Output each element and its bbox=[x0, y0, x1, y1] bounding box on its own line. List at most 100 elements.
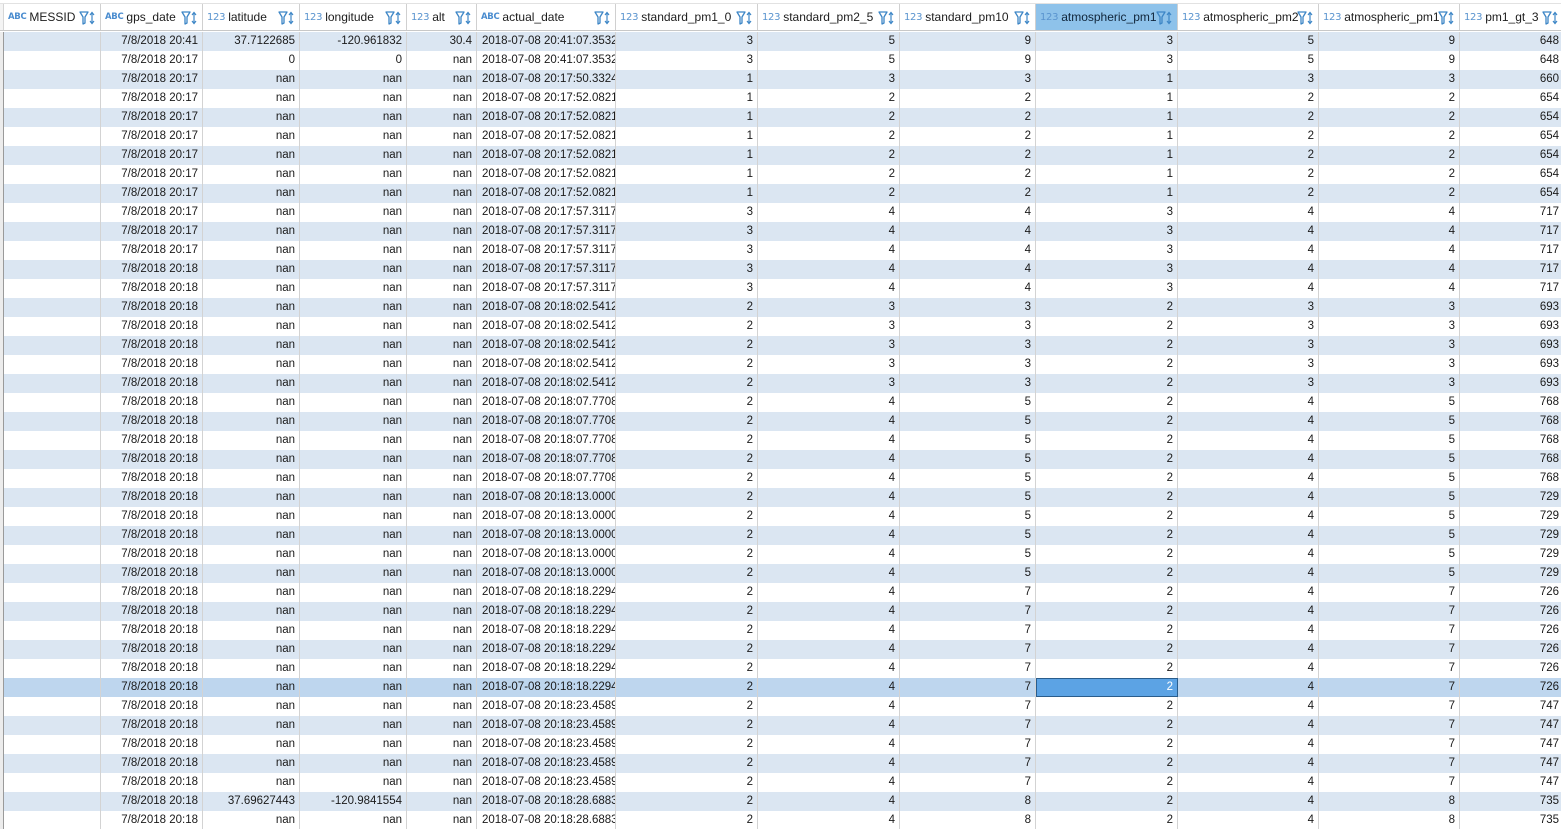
cell-longitude[interactable]: nan bbox=[300, 564, 407, 583]
column-header-atmospheric_pm2[interactable]: 123 atmospheric_pm2 bbox=[1178, 4, 1319, 30]
cell-longitude[interactable]: nan bbox=[300, 431, 407, 450]
cell-atmospheric_pm1[interactable]: 2 bbox=[1036, 488, 1178, 507]
cell-atmospheric_pm10[interactable]: 5 bbox=[1319, 450, 1460, 469]
cell-standard_pm2_5[interactable]: 4 bbox=[758, 431, 900, 450]
table-row[interactable]: 7/8/2018 20:18 nan nan nan 2018-07-08 20:18:… bbox=[0, 469, 1561, 488]
cell-messid[interactable] bbox=[4, 89, 101, 108]
table-row[interactable]: 7/8/2018 20:18 nan nan nan 2018-07-08 20:18:… bbox=[0, 431, 1561, 450]
cell-longitude[interactable]: nan bbox=[300, 469, 407, 488]
cell-messid[interactable] bbox=[4, 184, 101, 203]
cell-longitude[interactable]: nan bbox=[300, 108, 407, 127]
cell-latitude[interactable]: nan bbox=[203, 678, 300, 697]
cell-standard_pm10[interactable]: 5 bbox=[900, 393, 1036, 412]
cell-longitude[interactable]: nan bbox=[300, 697, 407, 716]
cell-atmospheric_pm2[interactable]: 2 bbox=[1178, 89, 1319, 108]
table-row[interactable]: 7/8/2018 20:18 37.69627443 -120.9841554 nan… bbox=[0, 792, 1561, 811]
cell-standard_pm10[interactable]: 7 bbox=[900, 735, 1036, 754]
cell-messid[interactable] bbox=[4, 241, 101, 260]
cell-pm1_gt_3[interactable]: 747 bbox=[1460, 716, 1561, 735]
cell-messid[interactable] bbox=[4, 203, 101, 222]
cell-alt[interactable]: nan bbox=[407, 488, 477, 507]
cell-longitude[interactable]: nan bbox=[300, 621, 407, 640]
cell-latitude[interactable]: nan bbox=[203, 583, 300, 602]
cell-standard_pm10[interactable]: 3 bbox=[900, 374, 1036, 393]
cell-atmospheric_pm1[interactable]: 3 bbox=[1036, 241, 1178, 260]
column-header-alt[interactable]: 123 alt bbox=[407, 4, 477, 30]
cell-atmospheric_pm2[interactable]: 4 bbox=[1178, 602, 1319, 621]
cell-longitude[interactable]: nan bbox=[300, 298, 407, 317]
cell-standard_pm10[interactable]: 3 bbox=[900, 317, 1036, 336]
cell-messid[interactable] bbox=[4, 260, 101, 279]
cell-standard_pm2_5[interactable]: 4 bbox=[758, 811, 900, 829]
cell-pm1_gt_3[interactable]: 768 bbox=[1460, 469, 1561, 488]
cell-actual_date[interactable]: 2018-07-08 20:18:02.54123 bbox=[477, 336, 616, 355]
cell-standard_pm10[interactable]: 7 bbox=[900, 583, 1036, 602]
cell-standard_pm2_5[interactable]: 4 bbox=[758, 203, 900, 222]
filter-sort-icon[interactable] bbox=[1542, 10, 1560, 26]
cell-atmospheric_pm2[interactable]: 3 bbox=[1178, 70, 1319, 89]
cell-alt[interactable]: nan bbox=[407, 564, 477, 583]
cell-actual_date[interactable]: 2018-07-08 20:18:18.22943 bbox=[477, 678, 616, 697]
cell-actual_date[interactable]: 2018-07-08 20:18:23.45890 bbox=[477, 773, 616, 792]
cell-latitude[interactable]: nan bbox=[203, 89, 300, 108]
cell-actual_date[interactable]: 2018-07-08 20:18:28.68833 bbox=[477, 811, 616, 829]
cell-gps_date[interactable]: 7/8/2018 20:41 bbox=[101, 32, 203, 51]
cell-standard_pm10[interactable]: 9 bbox=[900, 51, 1036, 70]
cell-messid[interactable] bbox=[4, 811, 101, 829]
cell-longitude[interactable]: nan bbox=[300, 70, 407, 89]
cell-atmospheric_pm2[interactable]: 3 bbox=[1178, 317, 1319, 336]
cell-longitude[interactable]: nan bbox=[300, 184, 407, 203]
cell-latitude[interactable]: nan bbox=[203, 260, 300, 279]
table-row[interactable]: 7/8/2018 20:18 nan nan nan 2018-07-08 20:18:… bbox=[0, 754, 1561, 773]
cell-gps_date[interactable]: 7/8/2018 20:17 bbox=[101, 70, 203, 89]
cell-longitude[interactable]: nan bbox=[300, 716, 407, 735]
cell-standard_pm1_0[interactable]: 2 bbox=[616, 469, 758, 488]
cell-messid[interactable] bbox=[4, 317, 101, 336]
cell-messid[interactable] bbox=[4, 336, 101, 355]
cell-atmospheric_pm10[interactable]: 7 bbox=[1319, 773, 1460, 792]
cell-pm1_gt_3[interactable]: 726 bbox=[1460, 640, 1561, 659]
cell-atmospheric_pm2[interactable]: 4 bbox=[1178, 659, 1319, 678]
cell-atmospheric_pm1[interactable]: 2 bbox=[1036, 469, 1178, 488]
table-row[interactable]: 7/8/2018 20:18 nan nan nan 2018-07-08 20:18:… bbox=[0, 355, 1561, 374]
cell-atmospheric_pm2[interactable]: 4 bbox=[1178, 222, 1319, 241]
cell-gps_date[interactable]: 7/8/2018 20:17 bbox=[101, 165, 203, 184]
cell-messid[interactable] bbox=[4, 32, 101, 51]
cell-atmospheric_pm10[interactable]: 2 bbox=[1319, 184, 1460, 203]
cell-gps_date[interactable]: 7/8/2018 20:17 bbox=[101, 203, 203, 222]
cell-atmospheric_pm2[interactable]: 4 bbox=[1178, 697, 1319, 716]
cell-atmospheric_pm10[interactable]: 7 bbox=[1319, 697, 1460, 716]
cell-alt[interactable]: nan bbox=[407, 260, 477, 279]
cell-atmospheric_pm2[interactable]: 4 bbox=[1178, 773, 1319, 792]
cell-actual_date[interactable]: 2018-07-08 20:18:02.54123 bbox=[477, 355, 616, 374]
cell-pm1_gt_3[interactable]: 654 bbox=[1460, 127, 1561, 146]
cell-standard_pm1_0[interactable]: 2 bbox=[616, 450, 758, 469]
cell-atmospheric_pm2[interactable]: 4 bbox=[1178, 431, 1319, 450]
cell-standard_pm10[interactable]: 4 bbox=[900, 279, 1036, 298]
cell-gps_date[interactable]: 7/8/2018 20:18 bbox=[101, 355, 203, 374]
cell-standard_pm1_0[interactable]: 1 bbox=[616, 146, 758, 165]
grid-body[interactable]: 7/8/2018 20:41 37.7122685 -120.961832 30.4 2… bbox=[0, 32, 1561, 829]
cell-alt[interactable]: nan bbox=[407, 716, 477, 735]
cell-alt[interactable]: nan bbox=[407, 697, 477, 716]
cell-atmospheric_pm1[interactable]: 1 bbox=[1036, 146, 1178, 165]
cell-atmospheric_pm10[interactable]: 4 bbox=[1319, 279, 1460, 298]
cell-actual_date[interactable]: 2018-07-08 20:17:52.08214 bbox=[477, 184, 616, 203]
cell-longitude[interactable]: 0 bbox=[300, 51, 407, 70]
cell-standard_pm10[interactable]: 7 bbox=[900, 716, 1036, 735]
table-row[interactable]: 7/8/2018 20:18 nan nan nan 2018-07-08 20:18:… bbox=[0, 697, 1561, 716]
cell-latitude[interactable]: nan bbox=[203, 241, 300, 260]
cell-actual_date[interactable]: 2018-07-08 20:41:07.35323 bbox=[477, 51, 616, 70]
cell-atmospheric_pm2[interactable]: 4 bbox=[1178, 279, 1319, 298]
table-row[interactable]: 7/8/2018 20:18 nan nan nan 2018-07-08 20:18:… bbox=[0, 450, 1561, 469]
cell-latitude[interactable]: nan bbox=[203, 165, 300, 184]
cell-standard_pm10[interactable]: 3 bbox=[900, 298, 1036, 317]
table-row[interactable]: 7/8/2018 20:18 nan nan nan 2018-07-08 20:18:… bbox=[0, 393, 1561, 412]
table-row[interactable]: 7/8/2018 20:18 nan nan nan 2018-07-08 20:18:… bbox=[0, 602, 1561, 621]
cell-messid[interactable] bbox=[4, 488, 101, 507]
cell-actual_date[interactable]: 2018-07-08 20:18:13.00009 bbox=[477, 564, 616, 583]
cell-latitude[interactable]: nan bbox=[203, 488, 300, 507]
column-header-standard_pm10[interactable]: 123 standard_pm10 bbox=[900, 4, 1036, 30]
cell-atmospheric_pm1[interactable]: 2 bbox=[1036, 811, 1178, 829]
cell-alt[interactable]: nan bbox=[407, 70, 477, 89]
